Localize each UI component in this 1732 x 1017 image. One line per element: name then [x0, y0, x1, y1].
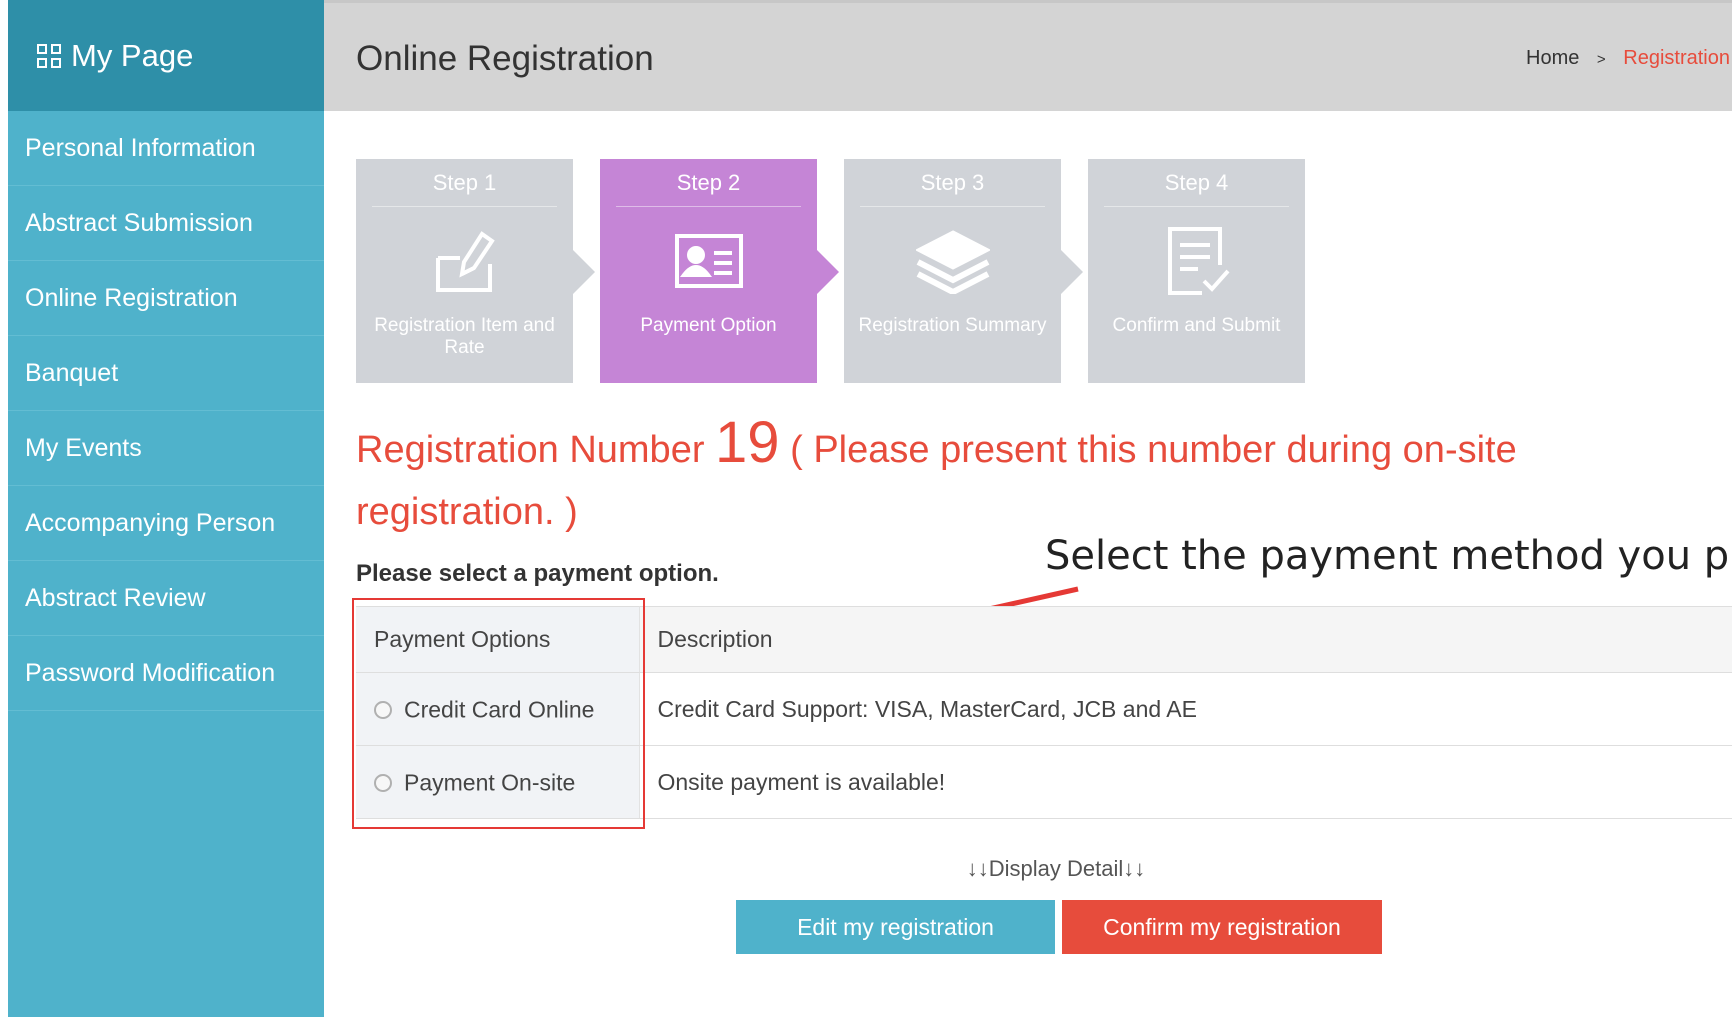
- grid-icon: [37, 43, 61, 68]
- column-header-description: Description: [639, 606, 1732, 673]
- id-card-icon: [600, 207, 817, 315]
- step-arrow: [817, 250, 839, 294]
- sidebar-item-accompanying-person[interactable]: Accompanying Person: [8, 486, 324, 561]
- confirm-registration-button[interactable]: Confirm my registration: [1062, 900, 1382, 954]
- sidebar-item-my-events[interactable]: My Events: [8, 411, 324, 486]
- table-header-row: Payment Options Description: [356, 606, 1732, 673]
- page-header: Online Registration Home > Registration: [324, 0, 1732, 111]
- payment-option-label[interactable]: Credit Card Online: [404, 696, 594, 722]
- payment-description: Credit Card Support: VISA, MasterCard, J…: [639, 672, 1732, 746]
- step-3: Step 3 Registration Summary: [844, 159, 1061, 383]
- annotation-text: Select the payment method you pre: [1045, 533, 1732, 579]
- page-title: Online Registration: [356, 39, 654, 78]
- sidebar-item-password-modification[interactable]: Password Modification: [8, 636, 324, 711]
- table-row: Credit Card Online Credit Card Support: …: [356, 672, 1732, 746]
- breadcrumb-separator: >: [1596, 51, 1606, 68]
- payment-options-table: Payment Options Description Credit Card …: [356, 606, 1732, 819]
- step-label: Confirm and Submit: [1112, 315, 1281, 336]
- payment-description: Onsite payment is available!: [639, 745, 1732, 819]
- step-2: Step 2 Payment Option: [600, 159, 817, 383]
- sidebar-header[interactable]: My Page: [8, 0, 324, 111]
- step-label: Registration Summary: [858, 315, 1047, 336]
- layers-icon: [844, 207, 1061, 315]
- payment-option-cell: Payment On-site: [356, 745, 640, 819]
- step-title: Step 3: [860, 159, 1045, 207]
- step-arrow: [1061, 250, 1083, 294]
- display-detail-link[interactable]: ↓↓Display Detail↓↓: [856, 856, 1256, 882]
- credit-card-online-radio[interactable]: [374, 700, 392, 719]
- breadcrumb: Home > Registration: [1526, 47, 1730, 70]
- payment-prompt: Please select a payment option.: [356, 560, 719, 587]
- step-1: Step 1 Registration Item and Rate: [356, 159, 573, 383]
- step-label: Payment Option: [640, 315, 777, 336]
- column-header-payment-options: Payment Options: [356, 606, 640, 673]
- step-title: Step 4: [1104, 159, 1289, 207]
- edit-icon: [356, 207, 573, 315]
- step-title: Step 1: [372, 159, 557, 207]
- step-4: Step 4 Confirm and Submit: [1088, 159, 1305, 383]
- sidebar-title: My Page: [71, 37, 194, 73]
- registration-number-prefix: Registration Number: [356, 429, 705, 471]
- sidebar-item-banquet[interactable]: Banquet: [8, 336, 324, 411]
- sidebar-item-online-registration[interactable]: Online Registration: [8, 261, 324, 336]
- sidebar-item-personal-information[interactable]: Personal Information: [8, 111, 324, 186]
- table-row: Payment On-site Onsite payment is availa…: [356, 745, 1732, 819]
- breadcrumb-home-link[interactable]: Home: [1526, 47, 1579, 69]
- sidebar-item-abstract-review[interactable]: Abstract Review: [8, 561, 324, 636]
- edit-registration-button[interactable]: Edit my registration: [736, 900, 1055, 954]
- step-arrow: [573, 250, 595, 294]
- registration-number-notice: Registration Number 19 ( Please present …: [356, 412, 1596, 543]
- sidebar: My Page Personal Information Abstract Su…: [8, 0, 324, 1017]
- payment-option-cell: Credit Card Online: [356, 672, 640, 746]
- step-label: Registration Item and Rate: [374, 315, 555, 358]
- step-title: Step 2: [616, 159, 801, 207]
- sidebar-item-abstract-submission[interactable]: Abstract Submission: [8, 186, 324, 261]
- payment-on-site-radio[interactable]: [374, 773, 392, 792]
- registration-number: 19: [715, 410, 780, 475]
- payment-option-label[interactable]: Payment On-site: [404, 769, 575, 795]
- checklist-icon: [1088, 207, 1305, 315]
- breadcrumb-current: Registration: [1623, 47, 1730, 69]
